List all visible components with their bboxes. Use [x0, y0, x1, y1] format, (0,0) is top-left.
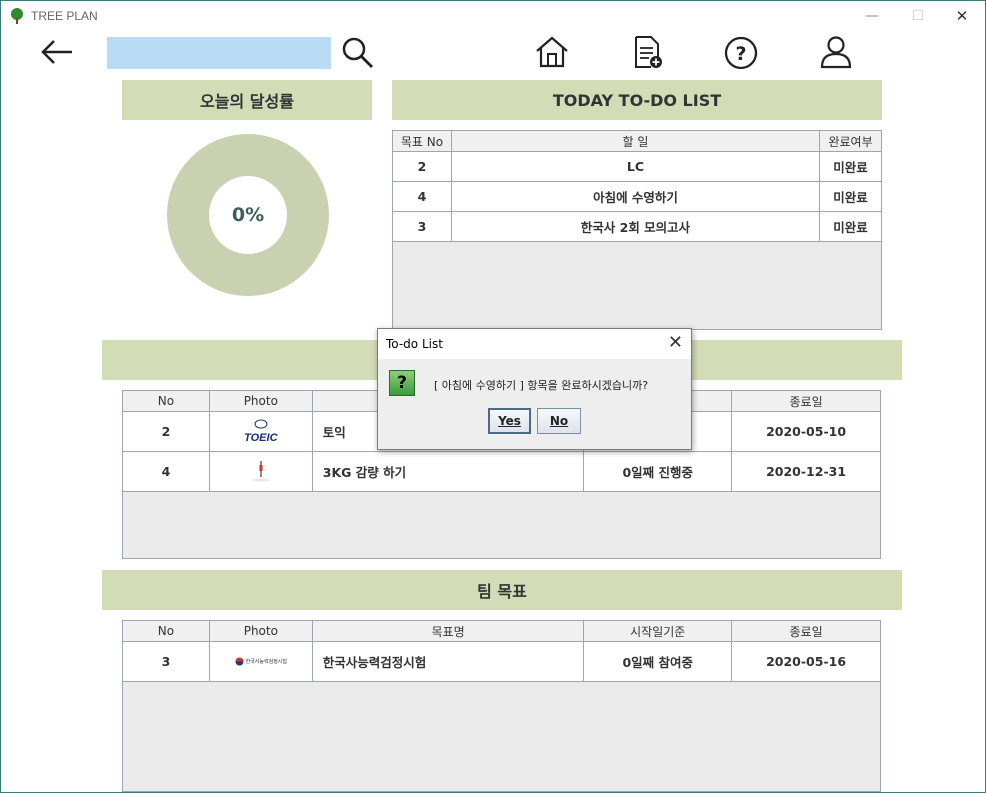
cell-task: 한국사 2회 모의고사: [450, 211, 821, 242]
cell-progress: 0일째 참여중: [583, 641, 733, 682]
taegeuk-emblem-icon: [235, 657, 244, 666]
table-row[interactable]: 4 아침에 수영하기 미완료: [392, 181, 882, 212]
add-document-icon[interactable]: [629, 34, 665, 70]
toeic-logo-image: TOEIC: [210, 419, 312, 445]
column-header[interactable]: 종료일: [731, 620, 881, 642]
achievement-header: 오늘의 달성률: [122, 80, 372, 120]
column-header[interactable]: 목표 No: [392, 130, 452, 152]
column-header[interactable]: 시작일기준: [583, 620, 733, 642]
help-icon[interactable]: ?: [723, 35, 759, 71]
question-icon: ?: [389, 370, 415, 396]
cell-no: 4: [392, 181, 452, 212]
diet-photo-image: [251, 461, 270, 482]
cell-no: 4: [122, 451, 210, 492]
back-arrow-icon[interactable]: [39, 37, 75, 67]
cell-photo: [208, 451, 313, 492]
cell-task: LC: [450, 151, 821, 182]
table-row[interactable]: 2 LC 미완료: [392, 151, 882, 182]
cell-end-date: 2020-05-10: [731, 411, 881, 452]
close-button[interactable]: ✕: [939, 1, 985, 31]
cell-no: 3: [392, 211, 452, 242]
search-input[interactable]: [107, 37, 331, 69]
column-header[interactable]: Photo: [208, 390, 313, 412]
cell-photo: TOEIC: [208, 411, 313, 452]
column-header[interactable]: No: [122, 620, 210, 642]
dialog-title: To-do List: [386, 337, 443, 351]
dialog-message: [ 아침에 수영하기 ] 항목을 완료하시겠습니까?: [434, 379, 649, 392]
maximize-icon: ☐: [911, 8, 925, 24]
cell-task: 아침에 수영하기: [450, 181, 821, 212]
ets-emblem-icon: [254, 419, 268, 429]
cell-no: 2: [392, 151, 452, 182]
column-header[interactable]: 할 일: [450, 130, 821, 152]
korean-history-exam-logo-image: 한국사능력검정시험: [210, 657, 312, 666]
cell-photo: 한국사능력검정시험: [208, 641, 313, 682]
cell-no: 2: [122, 411, 210, 452]
todo-table-header: 목표 No 할 일 완료여부: [392, 130, 882, 152]
table-row[interactable]: 3 한국사능력검정시험 한국사능력검정시험 0일째 참여중 2020-05-16: [122, 641, 881, 682]
achievement-percent: 0%: [231, 204, 265, 226]
cell-progress: 0일째 진행중: [583, 451, 733, 492]
no-button[interactable]: No: [537, 408, 581, 434]
cell-no: 3: [122, 641, 210, 682]
minimize-icon: —: [865, 8, 879, 24]
table-row[interactable]: 4 3KG 감량 하기 0일째 진행중 2020-12-31: [122, 451, 881, 492]
cell-status: 미완료: [819, 181, 882, 212]
close-icon: ✕: [955, 7, 969, 25]
todo-list-header: TODAY TO-DO LIST: [392, 80, 882, 120]
team-goals-table-header: No Photo 목표명 시작일기준 종료일: [122, 620, 881, 642]
window-title: TREE PLAN: [31, 9, 98, 23]
title-bar: TREE PLAN — ☐ ✕: [1, 1, 985, 31]
dialog-close-icon[interactable]: ✕: [668, 332, 683, 353]
cell-end-date: 2020-12-31: [731, 451, 881, 492]
table-row[interactable]: 3 한국사 2회 모의고사 미완료: [392, 211, 882, 242]
column-header[interactable]: 종료일: [731, 390, 881, 412]
minimize-button[interactable]: —: [849, 1, 895, 31]
home-icon[interactable]: [534, 34, 570, 70]
column-header[interactable]: 목표명: [311, 620, 585, 642]
team-goals-table: No Photo 목표명 시작일기준 종료일 3 한국사능력검정시험 한국사능력…: [122, 620, 881, 682]
confirm-dialog: To-do List ✕ ? [ 아침에 수영하기 ] 항목을 완료하시겠습니까…: [377, 328, 692, 450]
maximize-button[interactable]: ☐: [895, 1, 941, 31]
dialog-title-bar: To-do List ✕: [378, 329, 691, 359]
svg-text:?: ?: [735, 43, 746, 65]
column-header[interactable]: Photo: [208, 620, 313, 642]
column-header[interactable]: No: [122, 390, 210, 412]
cell-goal-name: 3KG 감량 하기: [311, 451, 585, 492]
team-goals-header: 팀 목표: [102, 570, 902, 610]
search-icon[interactable]: [339, 34, 375, 70]
cell-status: 미완료: [819, 211, 882, 242]
yes-button[interactable]: Yes: [488, 408, 531, 434]
cell-status: 미완료: [819, 151, 882, 182]
user-profile-icon[interactable]: [818, 34, 854, 70]
column-header[interactable]: 완료여부: [819, 130, 882, 152]
tree-icon: [11, 8, 23, 24]
app-window: TREE PLAN — ☐ ✕ ? 오늘의 달성률 0% TODAY TO-DO…: [0, 0, 986, 793]
cell-end-date: 2020-05-16: [731, 641, 881, 682]
cell-goal-name: 한국사능력검정시험: [311, 641, 585, 682]
todo-table: 목표 No 할 일 완료여부 2 LC 미완료 4 아침에 수영하기 미완료 3…: [392, 130, 882, 242]
